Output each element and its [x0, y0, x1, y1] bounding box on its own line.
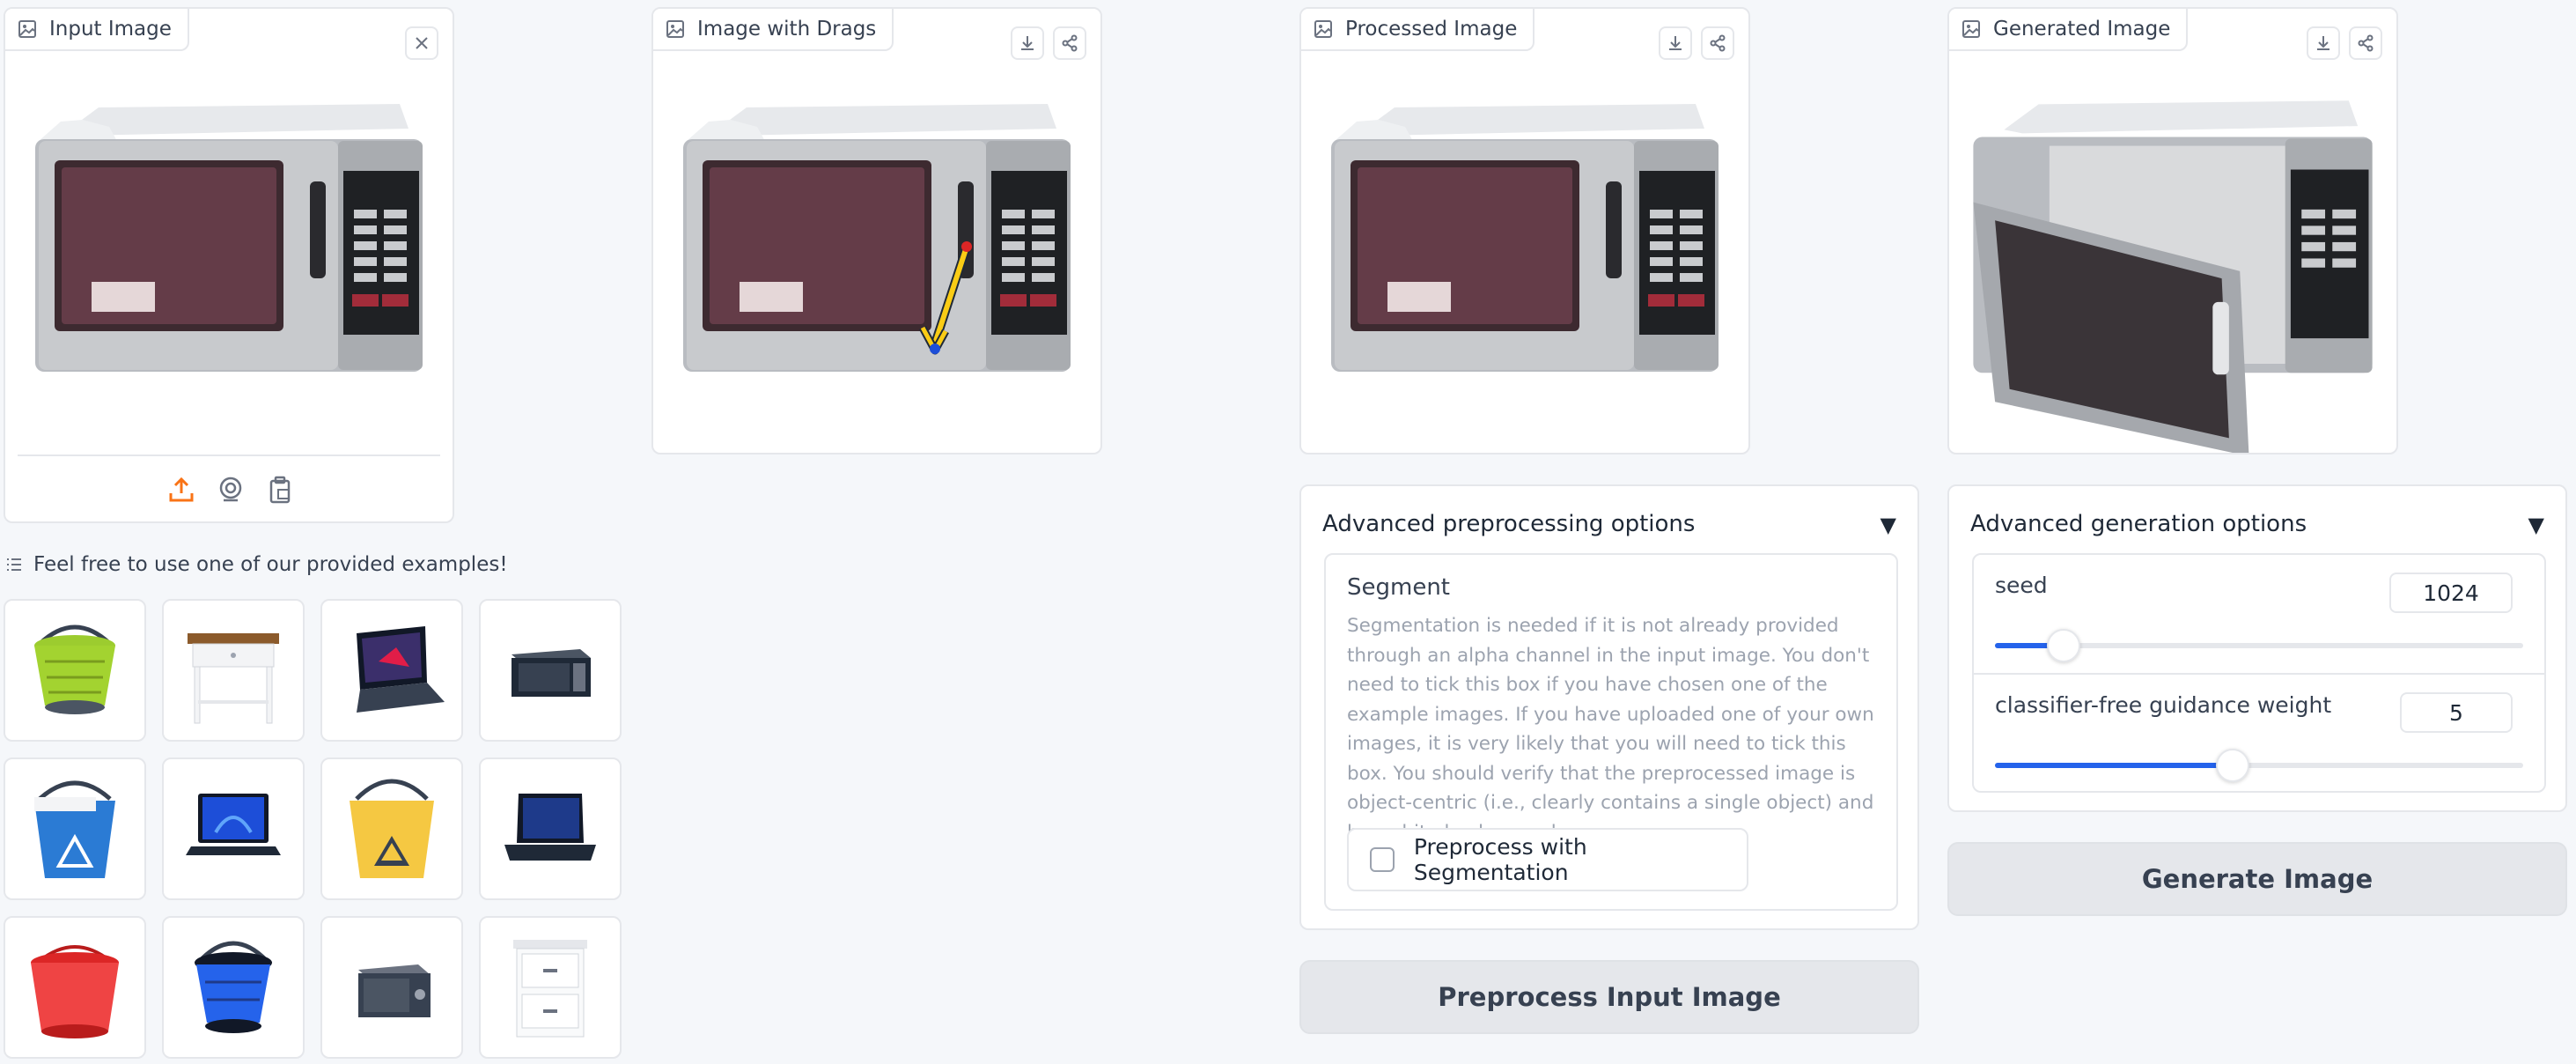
example-thumb[interactable]: [320, 757, 463, 900]
share-button[interactable]: [1053, 26, 1086, 60]
close-icon: [416, 37, 428, 49]
share-button[interactable]: [1701, 26, 1734, 60]
generated-image-label: Generated Image: [1993, 18, 2171, 41]
cfg-slider-fill: [1995, 763, 2233, 768]
example-thumb[interactable]: [4, 757, 146, 900]
drags-image-tag: Image with Drags: [653, 9, 894, 51]
processed-image-panel: Processed Image: [1299, 7, 1750, 454]
example-thumb[interactable]: [162, 916, 305, 1059]
download-icon: [2316, 35, 2330, 50]
input-image-label: Input Image: [49, 18, 172, 41]
segmentation-checkbox-label: Preprocess with Segmentation: [1413, 834, 1587, 885]
drags-image[interactable]: [653, 97, 1100, 379]
processed-image: [1301, 97, 1748, 379]
collapse-triangle-icon[interactable]: ▼: [2528, 513, 2544, 537]
processed-image-tag: Processed Image: [1301, 9, 1535, 51]
example-thumb[interactable]: [479, 599, 622, 742]
input-image-tag: Input Image: [5, 9, 189, 51]
image-icon: [1314, 20, 1332, 38]
white-nightstand-image: [513, 940, 587, 1038]
share-icon: [1710, 34, 1726, 52]
laptop-open-image: [357, 626, 445, 713]
blue-collapsible-bucket-image: [195, 941, 272, 1033]
examples-label: Feel free to use one of our provided exa…: [5, 553, 508, 576]
black-safe-image: [358, 964, 431, 1017]
collapse-triangle-icon[interactable]: ▼: [1880, 513, 1896, 537]
generated-image-panel: Generated Image: [1947, 7, 2398, 454]
red-bucket-image: [31, 945, 119, 1038]
microwave-image: [35, 104, 423, 372]
example-thumb[interactable]: [479, 916, 622, 1059]
generation-sliders-box: seed 1024 classifier-free guidance weigh…: [1972, 553, 2546, 793]
seed-label: seed: [1995, 573, 2048, 598]
cfg-input[interactable]: 5: [2400, 692, 2513, 733]
upload-icon[interactable]: [167, 476, 195, 504]
example-thumb[interactable]: [320, 599, 463, 742]
seed-slider[interactable]: [1995, 629, 2523, 662]
example-thumb[interactable]: [162, 599, 305, 742]
list-icon: [7, 558, 21, 571]
image-icon: [666, 20, 684, 38]
share-icon: [2358, 34, 2374, 52]
clear-image-button[interactable]: [405, 26, 438, 60]
seed-slider-handle[interactable]: [2047, 629, 2080, 662]
laptop-black-image: [504, 794, 596, 861]
drag-start-point: [961, 241, 972, 252]
image-icon: [1962, 20, 1980, 38]
example-thumb[interactable]: [4, 916, 146, 1059]
drags-image-panel: Image with Drags: [651, 7, 1102, 454]
sliders-divider: [1974, 673, 2544, 675]
download-button[interactable]: [2307, 26, 2340, 60]
blue-mop-bucket-image: [34, 780, 115, 878]
checkbox-icon[interactable]: [1370, 847, 1395, 872]
segment-info: Segmentation is needed if it is not alre…: [1347, 615, 1874, 844]
segment-title: Segment: [1347, 574, 1450, 601]
cfg-slider-handle[interactable]: [2216, 749, 2249, 782]
upload-divider: [18, 454, 440, 456]
download-icon: [1020, 35, 1034, 50]
generate-button[interactable]: Generate Image: [1947, 842, 2567, 916]
share-button[interactable]: [2349, 26, 2382, 60]
generation-accordion-title[interactable]: Advanced generation options: [1970, 511, 2307, 537]
microwave-door-open-image: [1973, 100, 2373, 453]
download-button[interactable]: [1659, 26, 1692, 60]
example-thumb[interactable]: [4, 599, 146, 742]
seed-input[interactable]: 1024: [2389, 573, 2513, 613]
webcam-icon[interactable]: [217, 476, 245, 504]
cfg-slider[interactable]: [1995, 749, 2523, 782]
microwave-with-drag-image: [683, 104, 1071, 372]
segment-box: Segment Segmentation is needed if it is …: [1324, 553, 1898, 911]
download-icon: [1668, 35, 1682, 50]
example-thumb[interactable]: [479, 757, 622, 900]
input-image-panel: Input Image: [4, 7, 454, 523]
download-button[interactable]: [1011, 26, 1044, 60]
yellow-mop-bucket-image: [350, 779, 434, 878]
preprocess-accordion-title[interactable]: Advanced preprocessing options: [1322, 511, 1695, 537]
generated-image: [1949, 93, 2396, 453]
share-icon: [1062, 34, 1078, 52]
example-thumb[interactable]: [320, 916, 463, 1059]
image-icon: [18, 20, 36, 38]
example-thumb[interactable]: [162, 757, 305, 900]
drag-end-point: [930, 344, 940, 354]
processed-image-label: Processed Image: [1345, 18, 1518, 41]
generation-accordion: Advanced generation options ▼ seed 1024 …: [1947, 484, 2567, 812]
preprocess-accordion: Advanced preprocessing options ▼ Segment…: [1299, 484, 1919, 930]
laptop-dark-image: [186, 794, 281, 855]
green-collapsible-bucket-image: [34, 624, 115, 714]
black-microwave-image: [512, 649, 591, 697]
microwave-image: [1331, 104, 1719, 372]
clipboard-icon[interactable]: [266, 476, 294, 504]
generated-image-tag: Generated Image: [1949, 9, 2189, 51]
input-image[interactable]: [5, 97, 453, 379]
examples-text: Feel free to use one of our provided exa…: [33, 553, 508, 576]
white-side-table-image: [188, 633, 279, 724]
segmentation-checkbox[interactable]: Preprocess with Segmentation: [1347, 828, 1748, 891]
preprocess-button[interactable]: Preprocess Input Image: [1299, 960, 1919, 1034]
cfg-label: classifier-free guidance weight: [1995, 692, 2332, 718]
drags-image-label: Image with Drags: [697, 18, 877, 41]
